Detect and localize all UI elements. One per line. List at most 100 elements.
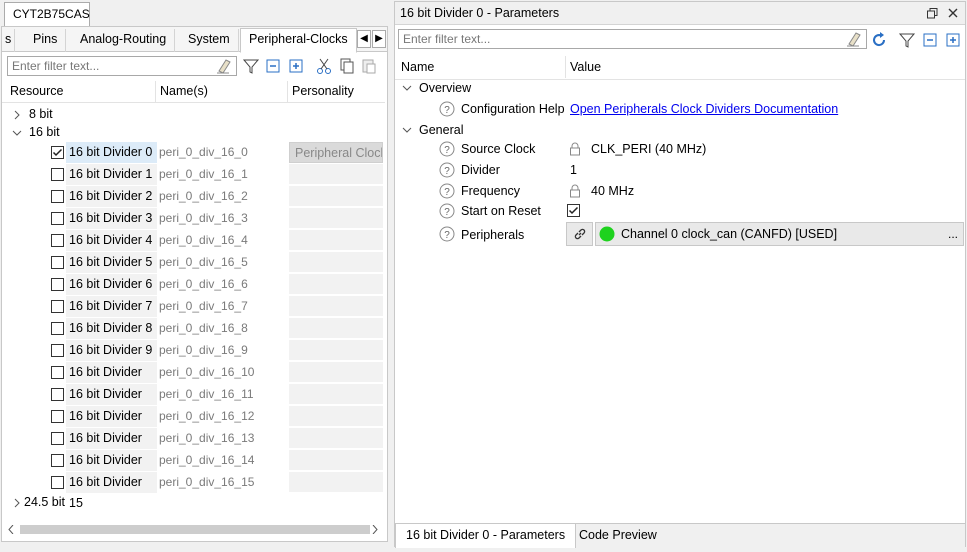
column-value[interactable]: Value [566,56,965,78]
personality-cell[interactable] [289,472,383,493]
divider-row[interactable]: 16 bit Divider 3 peri_0_div_16_3 [2,208,385,230]
eraser-icon[interactable] [215,57,233,75]
divider-value[interactable]: 1 [570,160,577,180]
cut-icon[interactable] [315,57,333,75]
scrollbar-thumb[interactable] [20,525,370,534]
divider-checkbox[interactable] [51,168,64,181]
tab-system[interactable]: System [180,29,239,52]
personality-cell[interactable] [289,208,383,229]
divider-row[interactable]: 16 bit Divider 7 peri_0_div_16_7 [2,296,385,318]
divider-name[interactable]: peri_0_div_16_9 [159,340,248,361]
divider-checkbox[interactable] [51,432,64,445]
divider-name[interactable]: peri_0_div_16_8 [159,318,248,339]
section-overview[interactable]: Overview [395,78,965,98]
personality-cell[interactable] [289,340,383,361]
tab-parameters[interactable]: 16 bit Divider 0 - Parameters [395,524,577,548]
divider-name[interactable]: peri_0_div_16_14 [159,450,254,471]
resource-filter-input[interactable]: Enter filter text... [7,56,237,76]
divider-label[interactable]: 16 bit Divider 0 [66,142,157,163]
personality-cell[interactable] [289,274,383,295]
divider-name[interactable]: peri_0_div_16_1 [159,164,248,185]
divider-row[interactable]: 16 bit Divider 0 peri_0_div_16_0 Periphera… [2,142,385,164]
personality-cell[interactable] [289,406,383,427]
more-button[interactable]: ... [948,223,958,245]
column-name[interactable]: Name [397,56,566,78]
refresh-icon[interactable] [871,31,889,49]
tab-scroll-right-button[interactable]: ▶ [372,30,386,48]
divider-name[interactable]: peri_0_div_16_10 [159,362,254,383]
divider-checkbox[interactable] [51,344,64,357]
divider-name[interactable]: peri_0_div_16_5 [159,252,248,273]
personality-cell[interactable] [289,296,383,317]
divider-row[interactable]: 16 bit Divider 12peri_0_div_16_12 [2,406,385,444]
help-icon[interactable]: ? [439,203,455,219]
divider-label[interactable]: 16 bit Divider 4 [66,230,157,251]
chevron-right-icon[interactable] [12,498,22,508]
divider-checkbox[interactable] [51,234,64,247]
divider-label[interactable]: 16 bit Divider 3 [66,208,157,229]
help-icon[interactable]: ? [439,101,455,117]
parameters-filter-input[interactable]: Enter filter text... [398,29,867,49]
divider-label[interactable]: 16 bit Divider 15 [66,472,157,510]
tab-scroll-left-button[interactable]: ◀ [357,30,371,48]
chevron-down-icon[interactable] [402,125,412,135]
divider-label[interactable]: 16 bit Divider 11 [66,384,157,422]
column-names[interactable]: Name(s) [156,81,288,103]
divider-row[interactable]: 16 bit Divider 15 peri_0_div_16_15 [2,472,385,510]
personality-cell[interactable] [289,186,383,207]
divider-label[interactable]: 16 bit Divider 5 [66,252,157,273]
filter-icon[interactable] [242,57,260,75]
personality-cell[interactable] [289,164,383,185]
scroll-right-icon[interactable] [371,525,379,534]
divider-checkbox[interactable] [51,366,64,379]
divider-row[interactable]: 16 bit Divider 14peri_0_div_16_14 [2,450,385,488]
divider-name[interactable]: peri_0_div_16_12 [159,406,254,427]
divider-label[interactable]: 16 bit Divider 8 [66,318,157,339]
divider-row[interactable]: 16 bit Divider 13peri_0_div_16_13 [2,428,385,466]
divider-checkbox[interactable] [51,454,64,467]
divider-label[interactable]: 16 bit Divider 6 [66,274,157,295]
chevron-down-icon[interactable] [12,128,22,138]
link-peripheral-button[interactable] [566,222,593,246]
divider-label[interactable]: 16 bit Divider 7 [66,296,157,317]
personality-cell[interactable] [289,252,383,273]
divider-row[interactable]: 16 bit Divider 4 peri_0_div_16_4 [2,230,385,252]
tab-pins[interactable]: Pins [25,29,67,52]
divider-name[interactable]: peri_0_div_16_13 [159,428,254,449]
collapse-all-icon[interactable] [264,57,282,75]
divider-checkbox[interactable] [51,300,64,313]
restore-icon[interactable] [927,8,938,19]
start-on-reset-checkbox[interactable] [567,204,580,217]
divider-row[interactable]: 16 bit Divider 11peri_0_div_16_11 [2,384,385,422]
divider-checkbox[interactable] [51,410,64,423]
tab-code-preview[interactable]: Code Preview [569,524,667,548]
divider-label[interactable]: 16 bit Divider 1 [66,164,157,185]
tab-peripheral-clocks[interactable]: Peripheral-Clocks [240,28,357,53]
divider-checkbox[interactable] [51,256,64,269]
horizontal-scrollbar[interactable] [2,521,387,538]
column-resource[interactable]: Resource [6,81,156,103]
divider-name[interactable]: peri_0_div_16_15 [159,472,254,493]
divider-name[interactable]: peri_0_div_16_7 [159,296,248,317]
divider-row[interactable]: 16 bit Divider 1 peri_0_div_16_1 [2,164,385,186]
chevron-down-icon[interactable] [402,83,412,93]
personality-cell[interactable] [289,230,383,251]
scroll-left-icon[interactable] [7,525,15,534]
group-24-5-bit[interactable]: 24.5 bit [2,492,385,514]
tab-analog-routing[interactable]: Analog-Routing [72,29,176,52]
eraser-icon[interactable] [845,30,863,48]
divider-checkbox[interactable] [51,322,64,335]
column-personality[interactable]: Personality [288,81,385,103]
divider-row[interactable]: 16 bit Divider 9 peri_0_div_16_9 [2,340,385,362]
divider-checkbox[interactable] [51,388,64,401]
personality-cell[interactable] [289,384,383,405]
collapse-all-icon[interactable] [921,31,939,49]
personality-cell[interactable] [289,362,383,383]
peripheral-connection[interactable]: Channel 0 clock_can (CANFD) [USED] ... [595,222,964,246]
divider-row[interactable]: 16 bit Divider 6 peri_0_div_16_6 [2,274,385,296]
filter-icon[interactable] [898,31,916,49]
divider-label[interactable]: 16 bit Divider 10 [66,362,157,400]
divider-name[interactable]: peri_0_div_16_3 [159,208,248,229]
personality-cell[interactable]: Peripheral Clock- [289,142,383,163]
documentation-link[interactable]: Open Peripherals Clock Dividers Document… [570,99,838,119]
